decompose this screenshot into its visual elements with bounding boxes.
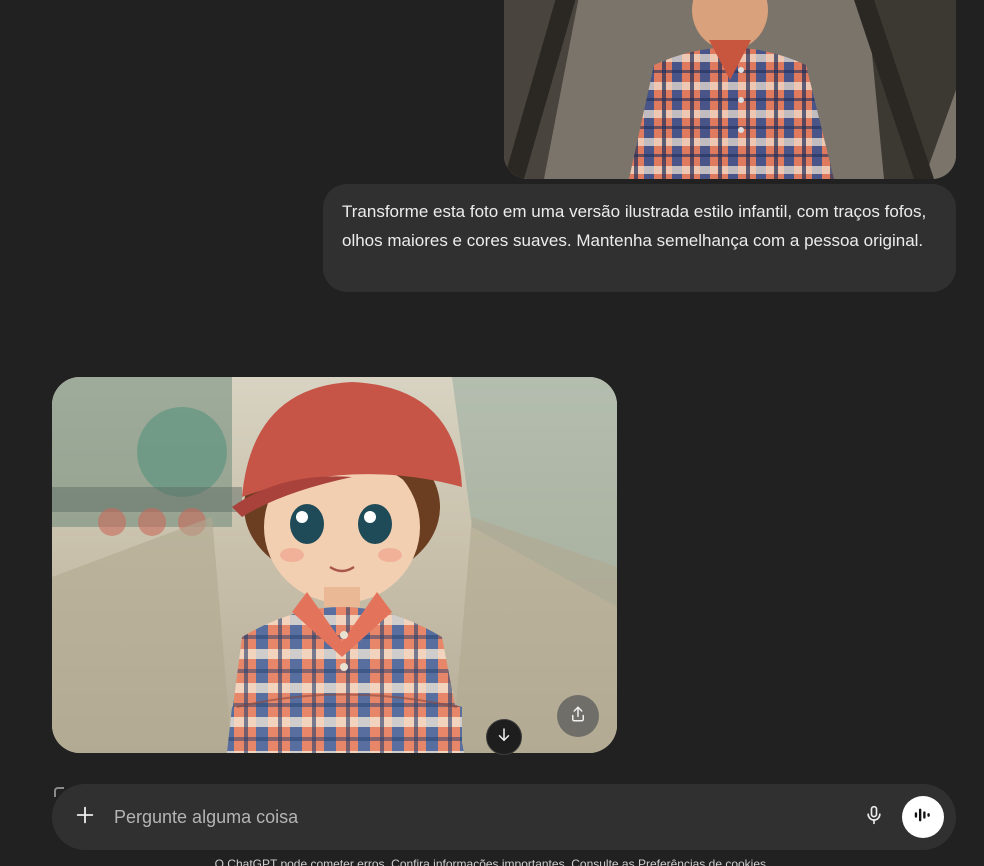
user-uploaded-photo[interactable] xyxy=(504,0,956,179)
voice-mode-icon xyxy=(912,804,934,831)
dictate-button[interactable] xyxy=(859,802,889,832)
user-message-bubble: Transforme esta foto em uma versão ilust… xyxy=(323,184,956,292)
chat-window: Transforme esta foto em uma versão ilust… xyxy=(0,0,984,866)
composer-corner-mark xyxy=(54,787,64,797)
share-image-button[interactable] xyxy=(557,695,599,737)
plus-icon xyxy=(74,804,96,831)
microphone-icon xyxy=(864,805,884,830)
prompt-input[interactable] xyxy=(114,803,834,831)
arrow-down-icon xyxy=(495,726,513,749)
share-icon xyxy=(569,705,587,728)
illustration-art xyxy=(52,377,617,753)
user-message-text: Transforme esta foto em uma versão ilust… xyxy=(342,202,927,250)
scroll-to-bottom-button[interactable] xyxy=(486,719,522,755)
generated-image[interactable] xyxy=(52,377,617,753)
photo-illustration xyxy=(504,0,956,179)
voice-mode-button[interactable] xyxy=(902,796,944,838)
disclaimer-text: O ChatGPT pode cometer erros. Confira in… xyxy=(214,857,770,866)
add-attachment-button[interactable] xyxy=(70,802,100,832)
